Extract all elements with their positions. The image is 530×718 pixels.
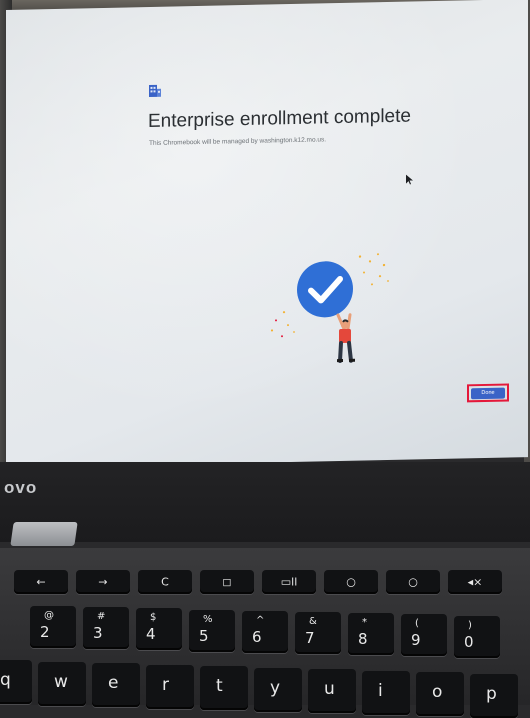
key-4-shift-label: $ [150, 612, 157, 623]
key-0-label: 0 [464, 633, 474, 651]
key-2-label: 2 [40, 623, 50, 641]
key-7-label: 7 [305, 629, 315, 647]
page-title: Enterprise enrollment complete [148, 105, 411, 133]
key-9-shift-label: ( [415, 618, 419, 629]
forward-key[interactable]: → [76, 570, 130, 594]
key-2-shift-label: @ [44, 610, 54, 621]
key-t[interactable]: t [200, 666, 248, 710]
key-9-label: 9 [411, 631, 421, 649]
key-u[interactable]: u [308, 669, 356, 713]
brightness-up-key-label: ○ [408, 575, 418, 589]
confetti-left [270, 311, 295, 338]
key-8-shift-label: * [362, 617, 367, 628]
refresh-key-label: C [161, 575, 169, 589]
key-q[interactable]: q [0, 660, 32, 704]
key-e[interactable]: e [92, 663, 140, 707]
keyboard: ← → C ◻ ▭ll ○ ○ ◂× @2 #3 $4% 5 ^ 6 & 7 * 8(9) 0 qwertyuio… [0, 548, 530, 718]
chromebook-screen: Enterprise enrollment complete This Chro… [6, 0, 528, 468]
key-i[interactable]: i [362, 671, 410, 715]
key-2[interactable]: @2 [30, 606, 76, 648]
back-key-label: ← [36, 575, 46, 589]
key-y[interactable]: y [254, 668, 302, 712]
brightness-down-key[interactable]: ○ [324, 570, 378, 594]
key-6-shift-label: ^ [256, 615, 265, 626]
key-p-label: p [486, 684, 497, 704]
check-circle [297, 261, 353, 318]
brightness-down-key-label: ○ [346, 575, 356, 589]
key-0[interactable]: ) 0 [454, 616, 500, 658]
key-o[interactable]: o [416, 672, 464, 716]
brand-logo: ovo [4, 478, 38, 497]
done-button-highlight: Done [467, 383, 509, 403]
refresh-key[interactable]: C [138, 570, 192, 594]
key-p[interactable]: p [470, 674, 518, 718]
key-y-label: y [270, 678, 281, 698]
key-8-label: 8 [358, 630, 368, 648]
key-o-label: o [432, 682, 443, 702]
key-r[interactable]: r [146, 665, 194, 709]
key-3[interactable]: #3 [83, 607, 129, 649]
key-3-shift-label: # [97, 611, 106, 622]
mute-key-label: ◂× [467, 575, 483, 589]
key-6-label: 6 [252, 628, 262, 646]
key-4-label: 4 [146, 625, 156, 643]
overview-key[interactable]: ▭ll [262, 570, 316, 594]
key-w[interactable]: w [38, 662, 86, 706]
key-8[interactable]: * 8 [348, 613, 394, 655]
key-0-shift-label: ) [468, 620, 472, 631]
success-illustration [270, 253, 389, 364]
key-5-shift-label: % [203, 614, 213, 625]
confetti-right [358, 253, 389, 286]
key-6[interactable]: ^ 6 [242, 611, 288, 653]
brightness-up-key[interactable]: ○ [386, 570, 440, 594]
key-r-label: r [162, 675, 169, 695]
key-5[interactable]: % 5 [189, 610, 235, 652]
key-4[interactable]: $4 [136, 608, 182, 650]
done-button[interactable]: Done [471, 387, 505, 399]
back-key[interactable]: ← [14, 570, 68, 594]
key-t-label: t [216, 676, 223, 696]
fullscreen-key-label: ◻ [222, 575, 232, 589]
key-u-label: u [324, 679, 335, 699]
key-w-label: w [54, 672, 68, 692]
key-i-label: i [378, 681, 383, 701]
forward-key-label: → [98, 575, 108, 589]
key-7-shift-label: & [309, 616, 317, 627]
person-figure [336, 313, 355, 364]
laptop-bezel-bottom [0, 462, 530, 542]
fullscreen-key[interactable]: ◻ [200, 570, 254, 594]
mouse-cursor-icon [406, 174, 413, 185]
key-9[interactable]: (9 [401, 614, 447, 656]
enrollment-description: This Chromebook will be managed by washi… [149, 136, 327, 148]
key-e-label: e [108, 673, 119, 693]
overview-key-label: ▭ll [280, 575, 298, 589]
key-7[interactable]: & 7 [295, 612, 341, 654]
laptop-hinge [10, 522, 78, 546]
key-3-label: 3 [93, 624, 103, 642]
key-5-label: 5 [199, 627, 209, 645]
mute-key[interactable]: ◂× [448, 570, 502, 594]
key-q-label: q [0, 670, 11, 690]
screen-glare [6, 0, 528, 468]
building-icon [149, 84, 161, 98]
